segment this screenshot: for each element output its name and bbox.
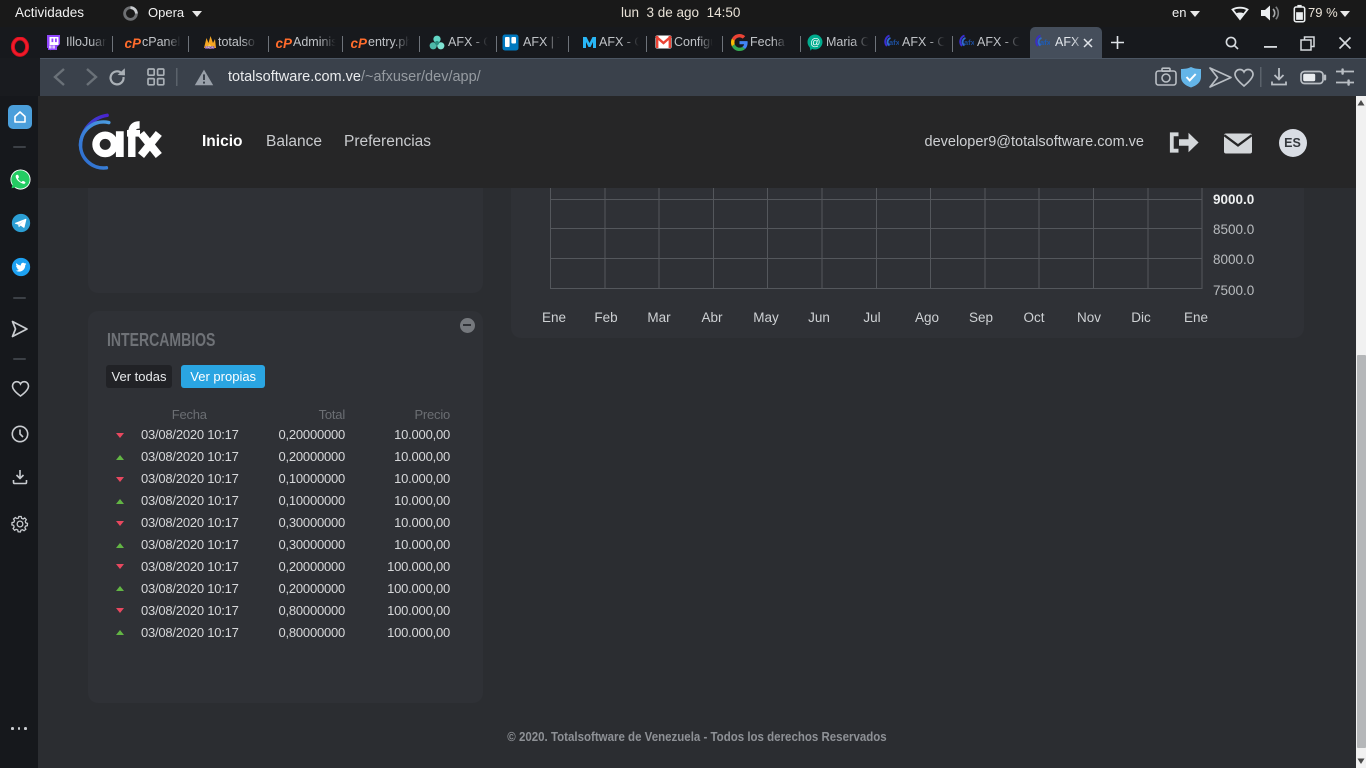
svg-text:cP: cP (276, 36, 292, 51)
svg-text:cP: cP (125, 36, 141, 51)
svg-text:afx: afx (1040, 38, 1050, 47)
svg-text:PADA: PADA (206, 46, 214, 50)
svg-text:afx: afx (964, 38, 974, 47)
svg-text:@: @ (810, 38, 820, 49)
svg-text:afx: afx (889, 38, 899, 47)
svg-text:cP: cP (351, 36, 367, 51)
